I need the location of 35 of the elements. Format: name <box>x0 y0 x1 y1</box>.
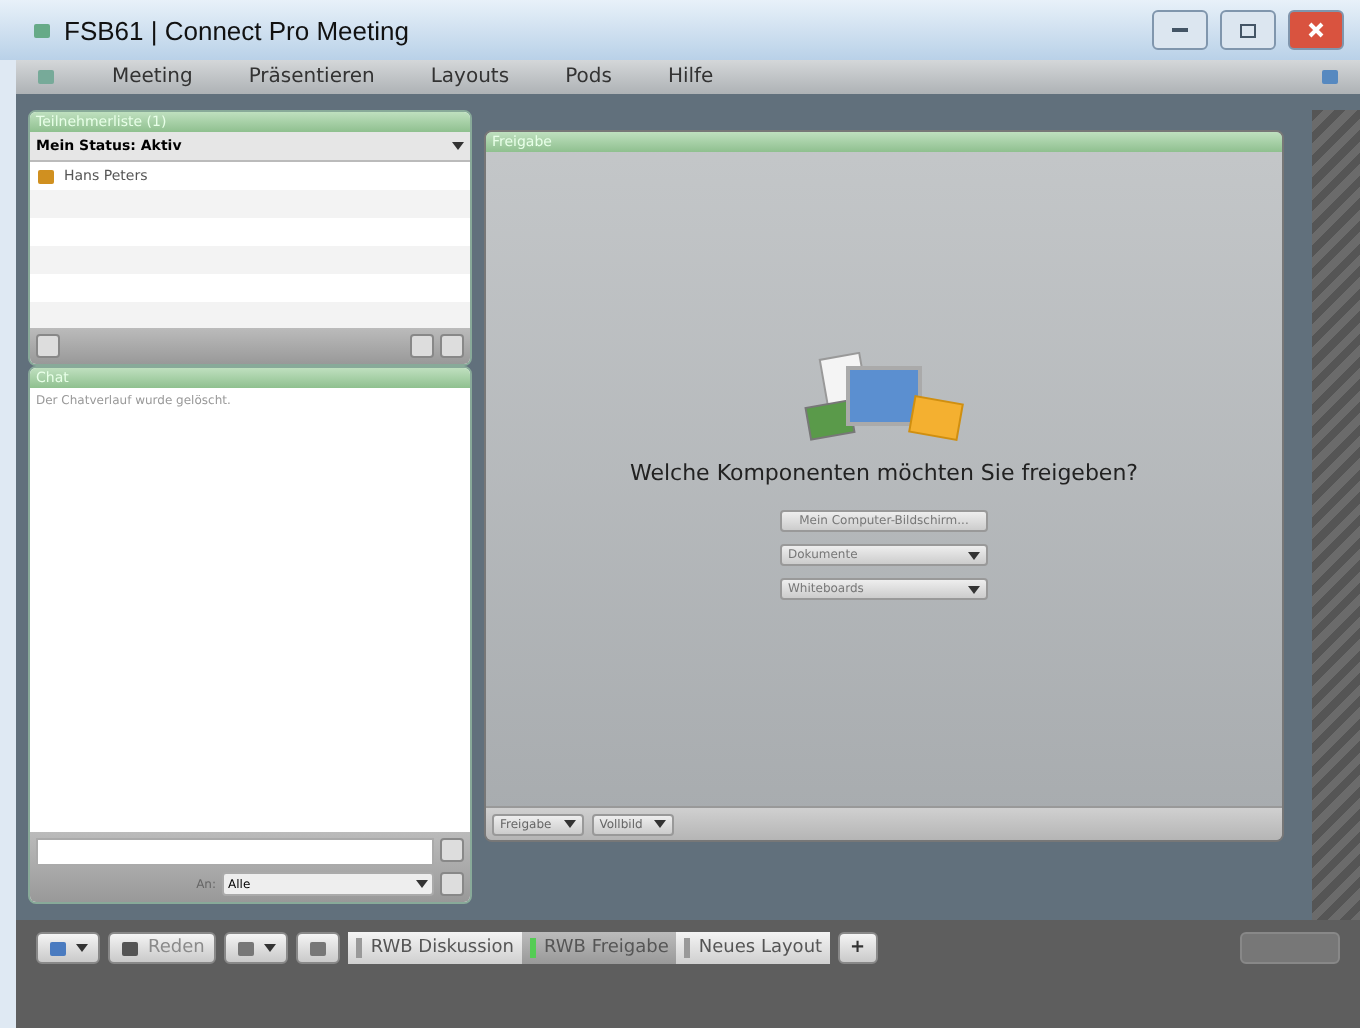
caret-icon <box>452 142 464 150</box>
menu-item[interactable]: Pods <box>565 66 612 88</box>
pod-button[interactable] <box>36 334 60 358</box>
search-button[interactable] <box>440 334 464 358</box>
layout-tab[interactable]: RWB Diskussion <box>348 932 523 964</box>
maximize-button[interactable] <box>1220 10 1276 50</box>
caret-icon <box>563 820 576 828</box>
camera-button[interactable] <box>224 932 289 964</box>
caret-icon <box>264 944 277 952</box>
add-layout-button[interactable]: + <box>838 932 878 964</box>
caret-icon <box>654 820 667 828</box>
lock-button[interactable] <box>296 932 341 964</box>
view-switcher[interactable] <box>1240 932 1340 964</box>
close-icon <box>1308 22 1324 38</box>
share-question: Welche Komponenten möchten Sie freigeben? <box>629 460 1139 486</box>
menu-item[interactable]: Hilfe <box>667 66 714 88</box>
search-button[interactable] <box>440 872 464 896</box>
chat-input[interactable] <box>36 838 434 866</box>
menu-item[interactable]: Präsentieren <box>248 66 375 88</box>
caret-icon <box>968 585 980 593</box>
caret-icon <box>416 880 428 888</box>
menu-item[interactable]: Meeting <box>112 66 193 88</box>
minimize-button[interactable] <box>1152 10 1208 50</box>
maximize-icon <box>1240 23 1256 37</box>
send-button[interactable] <box>440 838 464 862</box>
app-icon <box>32 21 52 39</box>
layout-tab[interactable]: Neues Layout <box>676 932 831 964</box>
status-button[interactable] <box>36 932 100 964</box>
close-button[interactable] <box>1288 10 1344 50</box>
window-title: FSB61 | Connect Pro Meeting <box>64 15 411 45</box>
caret-icon <box>968 551 980 559</box>
menu-item[interactable]: Layouts <box>430 66 510 88</box>
minimize-icon <box>1172 28 1188 32</box>
grid-button[interactable] <box>410 334 434 358</box>
caret-icon <box>76 944 88 952</box>
